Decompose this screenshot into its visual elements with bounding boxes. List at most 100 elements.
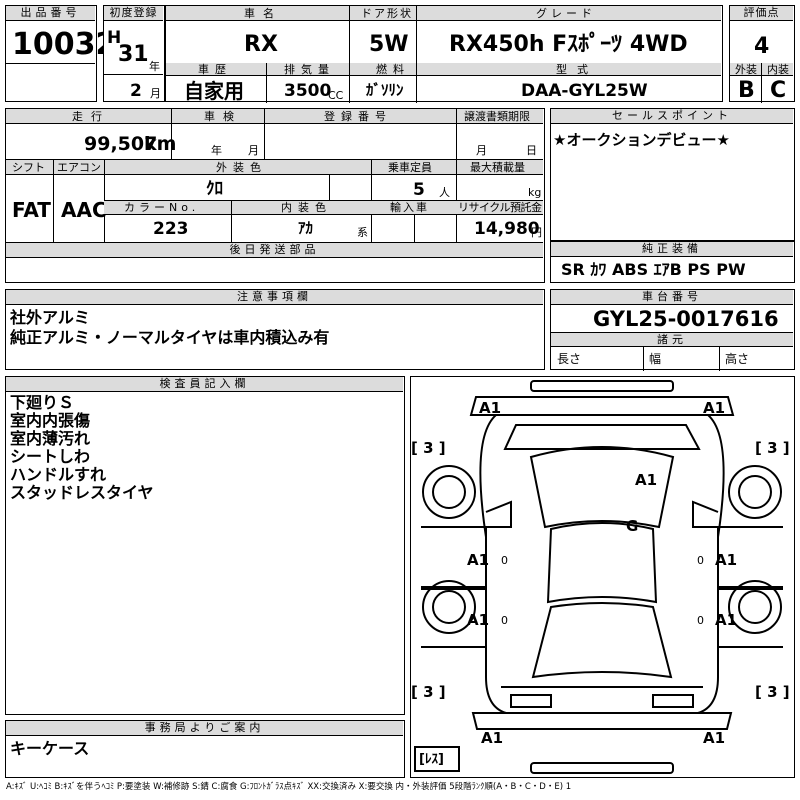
fuel: ｶﾞｿﾘﾝ <box>366 81 404 99</box>
office-text: キーケース <box>10 739 90 758</box>
door-zero-2: 0 <box>697 554 704 567</box>
lot-number: 10032 <box>12 27 117 62</box>
displacement: 3500 <box>284 81 332 101</box>
mark-hood: A1 <box>635 471 658 489</box>
capacity-unit: 人 <box>439 186 450 199</box>
score: 4 <box>754 34 770 59</box>
recycle-unit: 円 <box>531 226 542 239</box>
equipment: 純正装備 SR ｶﾜ ABS ｴｱB PS PW <box>550 241 795 283</box>
mark-left-door-front: A1 <box>467 551 490 569</box>
width-label: 幅 <box>649 352 662 366</box>
mark-rear-right: A1 <box>703 729 726 747</box>
inspector-label: 検査員記入欄 <box>6 377 403 392</box>
mark-front-left: A1 <box>479 399 502 417</box>
sales-point: セールスポイント ★オークションデビュー★ <box>550 108 795 241</box>
spare-tire: [ﾚｽ] <box>419 752 444 767</box>
mark-front-right: A1 <box>703 399 726 417</box>
int-color-unit: 系 <box>357 226 368 239</box>
colorno-label: カラーNo. <box>124 201 200 214</box>
inspector-line-6: スタッドレスタイヤ <box>10 483 154 502</box>
door-zero-1: 0 <box>501 554 508 567</box>
capacity-label: 乗車定員 <box>388 161 432 174</box>
sales-text: ★オークションデビュー★ <box>553 131 730 149</box>
door-type: 5W <box>369 32 409 57</box>
car-name-label: 車名 <box>244 7 282 20</box>
inspector-line-5: ハンドルすれ <box>10 465 107 484</box>
door-zero-3: 0 <box>501 614 508 627</box>
first-registration: 初度登録 H 31 年 2 月 <box>103 5 165 102</box>
tire-rear-right: [ 3 ] <box>755 683 790 701</box>
ext-grade: B <box>738 78 755 103</box>
recycle-label: リサイクル預託金 <box>458 201 542 214</box>
ac-label: エアコン <box>57 161 101 174</box>
notes-label: 注意事項欄 <box>6 290 543 305</box>
import-label: 輸入車 <box>390 201 429 214</box>
month-unit: 月 <box>150 87 161 100</box>
insp-year: 年 <box>211 144 222 157</box>
intcolor-label: 内装色 <box>281 201 332 214</box>
history: 自家用 <box>184 79 244 103</box>
vehicle-details: 走行 車検 登録番号 譲渡書類期限 99,507 km 年 月 月 日 シフト … <box>5 108 545 283</box>
tire-rear-left: [ 3 ] <box>411 683 446 701</box>
chassis: 車台番号 GYL25-0017616 諸元 長さ 幅 高さ <box>550 289 795 371</box>
mileage-unit: km <box>144 133 177 155</box>
history-label: 車歴 <box>198 63 232 76</box>
int-label: 内装 <box>767 63 789 76</box>
mark-left-door-rear: A1 <box>467 611 490 629</box>
mark-rear-left: A1 <box>481 729 504 747</box>
car-info-main: 車名 ドア形状 グレード RX 5W RX450h Fｽﾎﾟｰﾂ 4WD 車歴 … <box>165 5 723 103</box>
notes: 注意事項欄 社外アルミ 純正アルミ・ノーマルタイヤは車内積込み有 <box>5 289 545 370</box>
first-reg-label: 初度登録 <box>104 6 163 21</box>
transfer-month: 月 <box>476 144 487 157</box>
car-outline <box>414 380 783 774</box>
insp-month: 月 <box>248 144 259 157</box>
door-label: ドア形状 <box>361 7 413 20</box>
ext-color: ｸﾛ <box>206 179 223 199</box>
chassis-label: 車台番号 <box>551 290 793 305</box>
car-name: RX <box>244 32 278 57</box>
legend: A:ｷｽﾞ U:ﾍｺﾐ B:ｷｽﾞを伴うﾍｺﾐ P:要塗装 W:補修跡 S:錆 … <box>6 782 572 792</box>
inspector-line-4: シートしわ <box>10 447 91 466</box>
color-number: 223 <box>153 219 189 239</box>
door-zero-4: 0 <box>697 614 704 627</box>
int-grade: C <box>770 78 787 103</box>
load-label: 最大積載量 <box>470 161 525 174</box>
lot-label: 出品番号 <box>6 6 95 21</box>
ext-label: 外装 <box>735 63 757 76</box>
notes-line-2: 純正アルミ・ノーマルタイヤは車内積込み有 <box>10 328 330 347</box>
notes-line-1: 社外アルミ <box>10 308 90 327</box>
score-section: 評価点 4 外装 内装 B C <box>729 5 795 103</box>
color-label: 外装色 <box>216 161 267 174</box>
sales-label: セールスポイント <box>551 109 793 124</box>
inspection-label: 車検 <box>204 110 242 123</box>
length-label: 長さ <box>557 352 582 366</box>
mark-roof: G <box>626 517 639 535</box>
inspector-notes: 検査員記入欄 下廻りＳ 室内内張傷 室内薄汚れ シートしわ ハンドルすれ スタッ… <box>5 376 405 715</box>
height-label: 高さ <box>725 352 750 366</box>
transfer-label: 譲渡書類期限 <box>464 110 530 123</box>
inspector-line-3: 室内薄汚れ <box>10 429 91 448</box>
inspector-line-2: 室内内張傷 <box>10 411 91 430</box>
spec-label: 諸元 <box>551 333 793 347</box>
year-unit: 年 <box>149 60 160 73</box>
regno-label: 登録番号 <box>324 110 392 123</box>
equipment-list: SR ｶﾜ ABS ｴｱB PS PW <box>561 260 746 279</box>
tire-front-left: [ 3 ] <box>411 439 446 457</box>
grade: RX450h Fｽﾎﾟｰﾂ 4WD <box>449 32 688 57</box>
model-label: 型式 <box>556 63 598 76</box>
grade-label: グレード <box>536 7 596 20</box>
inspector-line-1: 下廻りＳ <box>10 393 75 412</box>
reg-month: 2 <box>130 81 142 101</box>
disp-label: 排気量 <box>284 63 335 76</box>
aircon: AAC <box>61 198 107 222</box>
office-info: 事務局よりご案内 キーケース <box>5 720 405 778</box>
recycle-fee: 14,980 <box>474 219 540 239</box>
load-unit: kg <box>528 186 542 199</box>
mark-right-door-rear: A1 <box>715 611 738 629</box>
damage-diagram: A1 A1 A1 G A1 A1 A1 A1 A1 A1 0 0 0 0 [ 3… <box>410 376 795 778</box>
capacity: 5 <box>413 180 425 200</box>
model-code: DAA-GYL25W <box>521 81 648 101</box>
reg-year: 31 <box>118 42 149 67</box>
chassis-number: GYL25-0017616 <box>593 307 779 331</box>
int-color: ｱｶ <box>298 219 314 237</box>
